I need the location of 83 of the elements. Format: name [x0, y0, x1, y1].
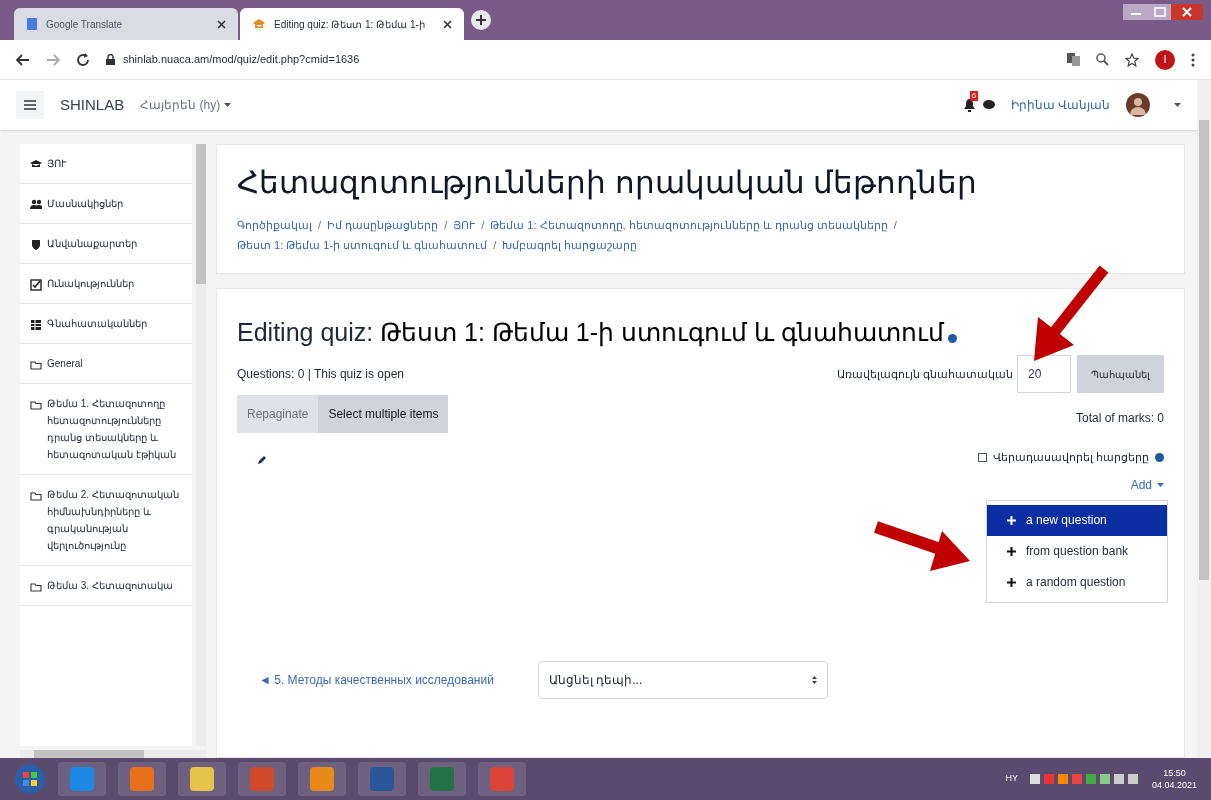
checkbox[interactable] [977, 452, 987, 462]
close-icon[interactable] [443, 19, 452, 29]
zoom-icon[interactable] [1096, 53, 1109, 66]
close-icon[interactable] [217, 19, 226, 29]
breadcrumb-separator: / [493, 238, 497, 253]
star-icon[interactable] [1125, 52, 1139, 67]
breadcrumb-link[interactable]: Թեմա 1: Հետազոտողը, հետազոտությունները և դրանց տեսակները [490, 215, 888, 235]
previous-activity-link[interactable]: ◄ 5. Методы качественных исследований [259, 670, 494, 689]
breadcrumb-link[interactable]: Թեստ 1: Թեմա 1-ի ստուգում և գնահատում [237, 235, 488, 255]
shuffle-label: Վերադասավորել հարցերը [992, 450, 1149, 466]
menu-button[interactable] [16, 91, 44, 119]
plus-icon [1007, 515, 1016, 525]
translate-icon[interactable] [1067, 53, 1080, 66]
sidebar-item[interactable]: Անվանաքարտեր [20, 224, 192, 264]
plus-icon [1007, 577, 1016, 587]
breadcrumb-link[interactable]: Իմ դասընթացները [327, 215, 439, 235]
tray-icons-drawing[interactable] [1029, 772, 1140, 786]
toolbar-button[interactable]: Select multiple items [318, 395, 449, 433]
keyboard-language[interactable]: HY [1005, 772, 1018, 786]
menu-item[interactable]: a new question [987, 504, 1167, 536]
breadcrumb-link[interactable]: Խմբագրել հարցաշարը [502, 235, 638, 255]
course-title: Հետազոտությունների որակական մեթոդներ [237, 164, 979, 202]
add-menu-button[interactable]: Add [1130, 475, 1164, 494]
sidebar-item[interactable]: Ունակություններ [20, 264, 192, 304]
avatar-icon[interactable] [1126, 93, 1150, 117]
sidebar-item[interactable]: General [20, 344, 192, 384]
hat-icon [252, 18, 266, 30]
reload-icon[interactable] [76, 52, 90, 67]
quiz-status: Questions: 0 | This quiz is open [237, 366, 404, 383]
help-icon[interactable] [947, 333, 957, 343]
breadcrumb-separator: / [318, 218, 322, 233]
lock-icon [106, 54, 115, 65]
sidebar-item[interactable]: ՅՈՒ [20, 144, 192, 184]
breadcrumb-separator: / [444, 218, 448, 233]
quiz-heading: Editing quiz: Թեստ 1: Թեմա 1-ի ստուգում և գնահատում [237, 317, 944, 349]
notification-count: 6 [969, 90, 979, 101]
start-button-icon[interactable] [14, 763, 46, 795]
breadcrumb-link[interactable]: ՅՈՒ [453, 215, 476, 235]
total-marks: Total of marks: 0 [1075, 410, 1164, 427]
tab-title: Editing quiz: Թեստ 1: Թեմա 1-ի [274, 17, 426, 32]
max-grade-label: Առավելագույն գնահատական [836, 366, 1013, 383]
caret-icon [224, 103, 232, 107]
new-tab-icon[interactable] [470, 9, 492, 31]
help-icon[interactable] [1155, 452, 1164, 462]
scrollbar[interactable] [1197, 80, 1211, 758]
bell-icon[interactable] [963, 98, 975, 112]
max-grade-input[interactable]: 20 [1017, 355, 1071, 393]
clock[interactable]: 15:50 04.04.2021 [1151, 767, 1197, 791]
breadcrumb-separator: / [893, 218, 897, 233]
plus-icon [1007, 546, 1016, 556]
user-name[interactable]: Իրինա Վանյան [1010, 96, 1110, 114]
back-icon[interactable] [16, 53, 30, 66]
menu-icon [24, 100, 36, 110]
menu-item[interactable]: from question bank [987, 535, 1167, 567]
browser-tab[interactable]: Google Translate [14, 8, 238, 40]
url-field[interactable]: shinlab.nuaca.am/mod/quiz/edit.php?cmid=1636 [123, 51, 360, 68]
site-name[interactable]: SHINLAB [60, 93, 125, 117]
window-controls-icon[interactable] [1123, 2, 1203, 22]
sidebar-item[interactable]: Մասնակիցներ [20, 184, 192, 224]
breadcrumb-separator: / [481, 218, 485, 233]
caret-icon[interactable] [1174, 103, 1181, 107]
profile-button[interactable]: I [1155, 49, 1175, 70]
pencil-icon[interactable] [257, 455, 267, 465]
language-menu[interactable]: Հայերեն (hy) [140, 96, 232, 114]
shield-icon [30, 239, 42, 251]
scrollbar[interactable] [20, 750, 206, 758]
tab-title: Google Translate [46, 17, 124, 32]
scrollbar[interactable] [196, 144, 206, 746]
caret-icon [1157, 482, 1164, 487]
sidebar-item[interactable]: Թեմա 2. Հետազոտական հիմնախնդիրները և գրականության վերլուծությունը [20, 475, 192, 566]
menu-item[interactable]: a random question [987, 566, 1167, 598]
sidebar-item[interactable]: Թեմա 1. Հետազոտողը հետազոտությունները դրանց տեսակները և հետազոտական էթիկան [20, 384, 192, 475]
save-button[interactable]: Պահպանել [1077, 355, 1164, 393]
browser-tab[interactable]: Editing quiz: Թեստ 1: Թեմա 1-ի [240, 8, 464, 40]
more-icon[interactable] [1191, 52, 1195, 67]
breadcrumb-link[interactable]: Գործիքակալ [237, 215, 312, 235]
users-icon [30, 199, 42, 211]
sidebar-item[interactable]: Գնահատականներ [20, 304, 192, 344]
caret-icon [811, 675, 817, 684]
checkbox-icon [30, 279, 42, 291]
sidebar-item[interactable]: Թեմա 3. Հետազոտակա [20, 566, 192, 606]
jump-to-select[interactable]: Անցնել դեպի... [537, 660, 828, 699]
table-icon [30, 319, 42, 331]
